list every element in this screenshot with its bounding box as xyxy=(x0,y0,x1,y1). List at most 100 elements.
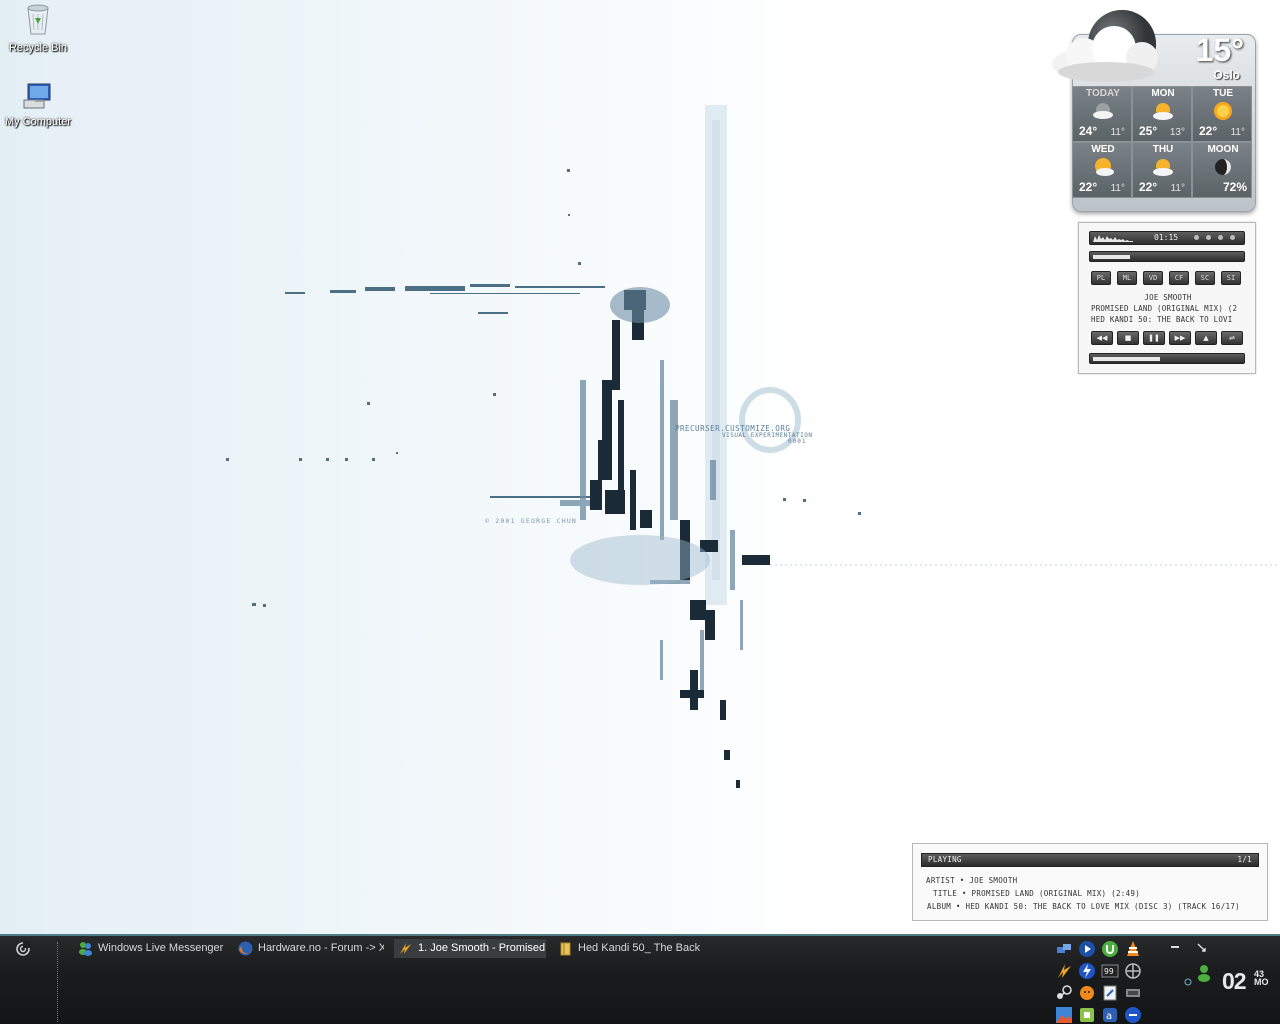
forecast-high: 22° xyxy=(1079,180,1098,194)
pause-button[interactable]: ❚❚ xyxy=(1143,331,1165,345)
desktop-icon-recycle-bin[interactable]: Recycle Bin xyxy=(0,2,76,54)
sunny-icon xyxy=(1214,102,1232,120)
user-status-icon[interactable] xyxy=(1196,964,1212,982)
partly-sunny-icon xyxy=(1153,103,1173,120)
now-playing-widget: PLAYING 1/1 ARTIST • JOE SMOOTH TITLE • … xyxy=(912,843,1268,921)
task-folder[interactable]: Hed Kandi 50_ The Back ... xyxy=(554,939,704,958)
weather-city: Oslo xyxy=(1213,68,1240,82)
forecast-low: 11° xyxy=(1170,183,1185,194)
winamp-album: HED KANDI 50: THE BACK TO LOVI xyxy=(1091,315,1233,324)
volume-fill xyxy=(1093,357,1160,361)
vd-button[interactable]: VD xyxy=(1143,271,1163,285)
start-button-icon[interactable] xyxy=(15,941,31,957)
network-icon[interactable] xyxy=(1055,941,1073,959)
desktop-icon-label: My Computer xyxy=(4,116,72,128)
desktop-icon-label: Recycle Bin xyxy=(8,42,68,54)
media-player-icon[interactable] xyxy=(1078,940,1096,958)
winamp-volume-bar[interactable] xyxy=(1089,353,1245,364)
forecast-high: 24° xyxy=(1079,124,1098,138)
indicator-dot xyxy=(1206,235,1211,240)
partly-sunny-icon xyxy=(1153,159,1173,176)
indicator-dot xyxy=(1230,235,1235,240)
clock-minutes: 43 MO xyxy=(1254,970,1269,987)
forecast-high: 25° xyxy=(1139,124,1158,138)
pl-button[interactable]: PL xyxy=(1091,271,1111,285)
messenger-icon xyxy=(79,942,92,956)
moon-label: MOON xyxy=(1207,144,1239,155)
eject-icon: ▲ xyxy=(1203,334,1209,342)
indicator-dot xyxy=(1194,235,1199,240)
forecast-day-label: WED xyxy=(1091,144,1115,155)
forecast-low: 13° xyxy=(1169,127,1185,138)
forecast-wed: WED 22° 11° xyxy=(1072,142,1132,198)
clock-time[interactable]: 02 xyxy=(1222,968,1247,995)
winamp-tray-icon[interactable] xyxy=(1055,962,1073,980)
taskbar-separator xyxy=(57,942,58,1022)
android-icon[interactable] xyxy=(1078,1006,1096,1024)
status-ring-icon xyxy=(1184,978,1192,986)
utorrent-icon[interactable] xyxy=(1101,940,1119,958)
shield-icon[interactable] xyxy=(1124,1006,1142,1024)
minimize-tray-icon[interactable] xyxy=(1170,942,1180,952)
now-playing-label: PLAYING xyxy=(928,855,962,864)
folder-icon xyxy=(560,942,571,956)
winamp-title: PROMISED LAND (ORIGINAL MIX) (2 xyxy=(1091,304,1238,313)
pointer-icon xyxy=(1197,943,1206,952)
stop-button[interactable]: ■ xyxy=(1117,331,1139,345)
indicator-dot xyxy=(1218,235,1223,240)
photo-icon[interactable] xyxy=(1055,1006,1073,1024)
tool-icon[interactable] xyxy=(1124,984,1142,1002)
stop-icon: ■ xyxy=(1124,334,1132,342)
steam-icon[interactable] xyxy=(1055,984,1073,1002)
fox-icon[interactable] xyxy=(1078,984,1096,1002)
forecast-day-label: TODAY xyxy=(1086,88,1120,99)
ml-button[interactable]: ML xyxy=(1117,271,1137,285)
desktop-icon-my-computer[interactable]: My Computer xyxy=(0,82,76,128)
next-button[interactable]: ▶▶ xyxy=(1169,331,1191,345)
winamp-seek-bar[interactable] xyxy=(1089,251,1245,262)
si-button[interactable]: SI xyxy=(1221,271,1241,285)
next-icon: ▶▶ xyxy=(1174,334,1186,342)
task-winamp[interactable]: 1. Joe Smooth - Promised... xyxy=(394,939,546,958)
wallpaper-number-text: 0001 xyxy=(788,438,806,445)
seek-fill xyxy=(1093,255,1130,259)
now-playing-album: ALBUM • HED KANDI 50: THE BACK TO LOVE M… xyxy=(927,902,1240,911)
forecast-low: 11° xyxy=(1230,127,1245,138)
moon-phase-icon xyxy=(1215,159,1231,175)
desktop: PRECURSER.CUSTOMIZE.ORG VISUAL EXPERIMEN… xyxy=(0,0,1280,934)
forecast-day-label: THU xyxy=(1152,144,1174,155)
forecast-today: TODAY 24° 11° xyxy=(1072,86,1132,142)
clipboard-icon[interactable] xyxy=(1101,984,1119,1002)
temperature-icon[interactable]: 99 xyxy=(1101,962,1119,980)
winamp-player[interactable]: 01:15 PL ML VD CF SC SI JOE SMOOTH PROMI… xyxy=(1078,222,1256,374)
current-temperature: 15° xyxy=(1195,32,1244,68)
my-computer-icon xyxy=(23,83,51,109)
task-firefox[interactable]: Hardware.no - Forum -> X... xyxy=(234,939,384,958)
now-playing-artist: ARTIST • JOE SMOOTH xyxy=(926,876,1018,885)
previous-button[interactable]: ◀◀ xyxy=(1091,331,1113,345)
svg-text:99: 99 xyxy=(1104,967,1114,976)
winamp-icon xyxy=(400,943,411,954)
vlc-icon[interactable] xyxy=(1124,940,1142,958)
now-playing-title: TITLE • PROMISED LAND (ORIGINAL MIX) (2:… xyxy=(933,889,1141,898)
firefox-icon xyxy=(238,941,253,956)
fan-icon[interactable] xyxy=(1124,962,1142,980)
winamp-time: 01:15 xyxy=(1154,233,1179,242)
weather-gadget[interactable]: 15° Oslo TODAY 24° 11° MON 25° 13° TUE 2… xyxy=(1044,6,1256,212)
a-icon[interactable]: a xyxy=(1101,1006,1119,1024)
task-label: 1. Joe Smooth - Promised... xyxy=(418,942,546,954)
task-windows-live-messenger[interactable]: Windows Live Messenger xyxy=(74,939,224,958)
sc-button[interactable]: SC xyxy=(1195,271,1215,285)
shuffle-button[interactable]: ⇌ xyxy=(1221,331,1243,345)
clock-ampm: MO xyxy=(1254,977,1269,987)
winamp-artist: JOE SMOOTH xyxy=(1144,293,1192,302)
pause-icon: ❚❚ xyxy=(1148,334,1160,342)
eject-button[interactable]: ▲ xyxy=(1195,331,1217,345)
svg-text:a: a xyxy=(1106,1011,1112,1022)
daemon-tools-icon[interactable] xyxy=(1078,962,1096,980)
forecast-day-label: TUE xyxy=(1213,88,1233,99)
cf-button[interactable]: CF xyxy=(1169,271,1189,285)
shuffle-icon: ⇌ xyxy=(1229,334,1235,342)
forecast-high: 22° xyxy=(1199,124,1218,138)
previous-icon: ◀◀ xyxy=(1096,334,1108,342)
